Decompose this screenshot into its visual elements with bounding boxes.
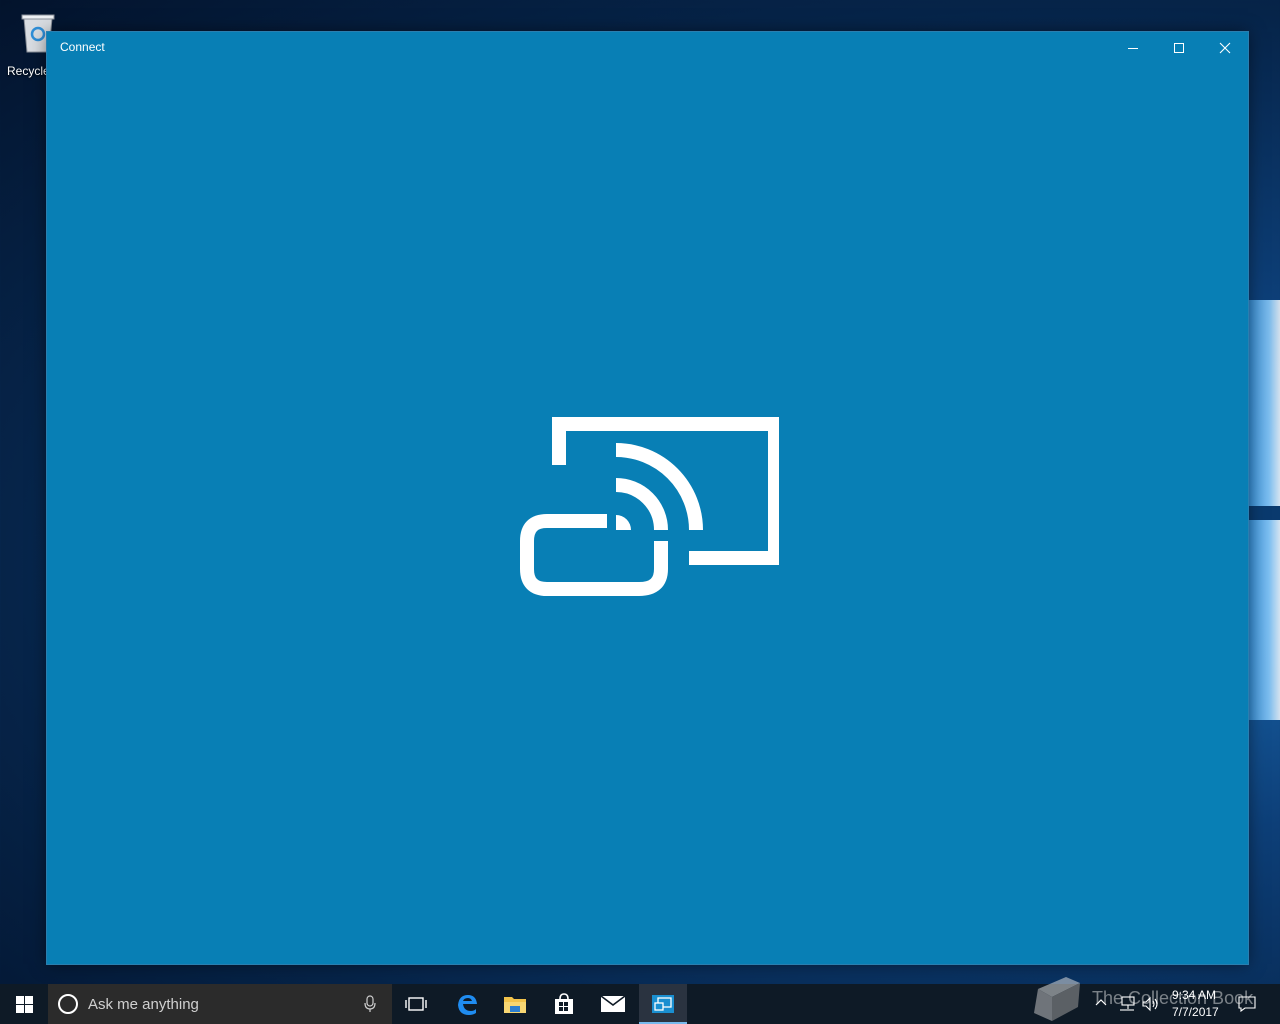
- search-placeholder: Ask me anything: [88, 996, 199, 1013]
- taskbar-app-store[interactable]: [540, 984, 588, 1024]
- task-view-button[interactable]: [392, 984, 440, 1024]
- wallpaper-gap: [1245, 506, 1280, 520]
- close-button[interactable]: [1202, 32, 1248, 63]
- windows-logo-icon: [15, 995, 33, 1013]
- microphone-icon[interactable]: [364, 995, 376, 1013]
- store-icon: [555, 993, 573, 1014]
- watermark-text: The Collection Book: [1092, 988, 1254, 1008]
- connect-icon: [652, 995, 674, 1013]
- folder-icon: [504, 997, 526, 1013]
- window-title: Connect: [60, 40, 105, 54]
- title-bar[interactable]: Connect: [47, 32, 1248, 63]
- mail-icon: [600, 995, 626, 1012]
- watermark-book-icon: [1034, 977, 1080, 1021]
- project-cast-icon: [520, 417, 779, 596]
- maximize-button[interactable]: [1156, 32, 1202, 63]
- taskbar: Ask me anything 9:34 AM 7/7/2017: [0, 984, 1280, 1024]
- minimize-icon: [1128, 47, 1138, 49]
- taskbar-app-file-explorer[interactable]: [491, 984, 539, 1024]
- connect-window[interactable]: Connect: [47, 32, 1248, 964]
- edge-icon: [458, 995, 477, 1015]
- taskbar-app-edge[interactable]: [443, 984, 491, 1024]
- desktop-icon-label: Recycle: [7, 64, 50, 78]
- close-icon: [1219, 42, 1231, 53]
- cortana-icon: [58, 994, 78, 1014]
- search-box[interactable]: Ask me anything: [48, 984, 392, 1024]
- maximize-icon: [1174, 42, 1184, 53]
- task-view-icon: [405, 997, 427, 1011]
- taskbar-app-mail[interactable]: [589, 984, 637, 1024]
- start-button[interactable]: [0, 984, 48, 1024]
- minimize-button[interactable]: [1110, 32, 1156, 63]
- taskbar-app-connect[interactable]: [639, 984, 687, 1024]
